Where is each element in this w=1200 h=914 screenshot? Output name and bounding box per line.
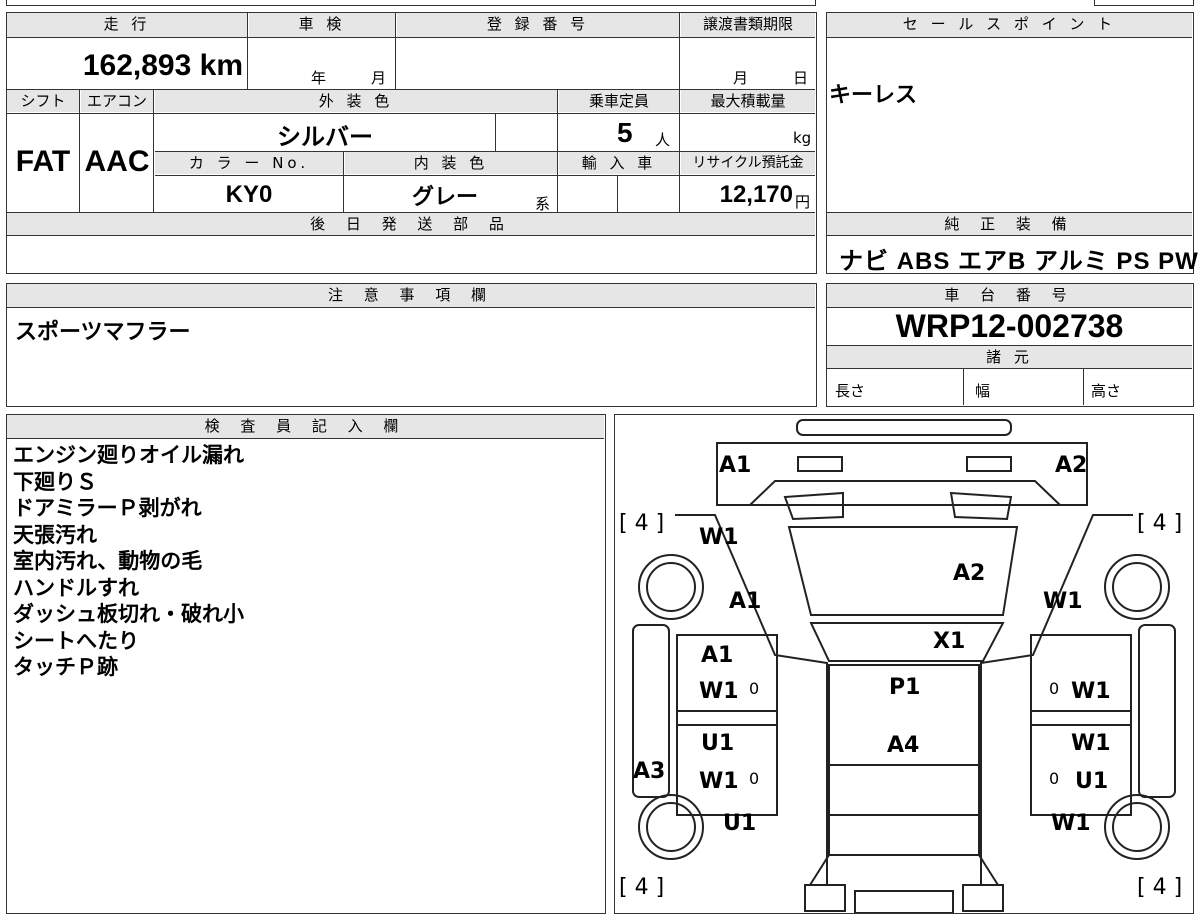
label-glass-fl: 0 [749,679,760,698]
chassis-header: 車 台 番 号 [827,284,1192,307]
later-parts-header: 後 日 発 送 部 品 [7,213,815,235]
label-rear-door-left-u: U1 [701,731,735,756]
recycle-header: リサイクル預託金 [681,152,815,174]
capacity-unit: 人 [655,131,671,149]
chassis-box: 車 台 番 号 WRP12-002738 諸 元 長さ 幅 高さ [826,283,1194,407]
shift-value: FAT [15,145,71,178]
recycle-value: 12,170 [719,181,793,208]
transfer-deadline-header: 譲渡書類期限 [681,13,815,37]
label-tread-fr: [ 4 ] [1137,511,1183,536]
label-fender-right: W1 [1043,589,1083,614]
length-label: 長さ [835,382,866,400]
color-no-header: カ ラ ー No. [155,152,343,174]
note-line: シートへたり [13,628,139,653]
transfer-month: 月 [733,69,749,87]
shift-header: シフト [7,90,79,112]
label-rear-fender-left: U1 [723,811,757,836]
caution-header: 注 意 事 項 欄 [7,284,815,307]
inspection-month: 月 [371,69,387,87]
sales-point-box: セ ー ル ス ポ イ ン ト キーレス 純 正 装 備 ナビ ABS エアB … [826,12,1198,275]
height-label: 高さ [1091,382,1122,400]
mileage-value: 162,893 km [82,49,243,82]
label-tread-fl: [ 4 ] [619,511,665,536]
aircon-header: エアコン [81,90,153,112]
genuine-equipment-header: 純 正 装 備 [827,213,1192,235]
label-glass-rr: 0 [1049,769,1060,788]
label-front-right-bumper: A2 [1055,453,1088,478]
note-line: タッチＰ跡 [13,655,118,679]
label-rear-door-right-u: U1 [1075,769,1109,794]
label-side-sill-left: A3 [633,759,666,784]
chassis-value: WRP12-002738 [895,308,1124,344]
label-tread-rl: [ 4 ] [619,875,665,900]
label-front-door-right-w: W1 [1071,679,1111,704]
top-stub-right [1094,0,1194,6]
note-line: 下廻りＳ [13,469,97,494]
max-load-header: 最大積載量 [681,90,815,112]
interior-color-header: 内 装 色 [345,152,557,174]
exterior-color-header: 外 装 色 [155,90,557,112]
note-line: 天張汚れ [13,522,97,547]
label-front-left-bumper: A1 [719,453,752,478]
label-rear-door-left-w: W1 [699,769,739,794]
label-fender-left-a: A1 [729,589,762,614]
label-glass-rl: 0 [749,769,760,788]
vehicle-info-table: 走 行 車 検 登 録 番 号 譲渡書類期限 162,893 km 年 月 月 … [6,12,817,274]
label-hood: A2 [953,561,986,586]
label-roof: P1 [889,675,921,700]
note-line: ハンドルすれ [13,575,139,600]
capacity-value: 5 [617,117,633,148]
label-windshield: X1 [933,629,966,654]
note-line: ドアミラーＰ剥がれ [13,496,202,520]
label-fender-left: W1 [699,525,739,550]
sales-point-header: セ ー ル ス ポ イ ン ト [827,13,1192,37]
interior-color-value: グレー [411,185,478,210]
capacity-header: 乗車定員 [559,90,679,112]
recycle-unit: 円 [795,193,811,211]
label-rear-roof: A4 [887,733,920,758]
top-stub-row [6,0,816,6]
label-rear-fender-right: W1 [1051,811,1091,836]
caution-value: スポーツマフラー [15,320,191,345]
caution-box: 注 意 事 項 欄 スポーツマフラー [6,283,817,407]
label-front-door-left-a: A1 [701,643,734,668]
specs-header: 諸 元 [827,346,1192,368]
label-glass-fr: 0 [1049,679,1060,698]
inspection-year: 年 [311,69,327,87]
inspector-header: 検 査 員 記 入 欄 [7,415,604,438]
car-diagram-box: A1 A2 [ 4 ] [ 4 ] W1 A1 W1 A2 X1 A1 W1 0… [614,414,1194,914]
exterior-color-value: シルバー [277,123,373,151]
note-line: ダッシュ板切れ・破れ小 [13,602,244,626]
genuine-equipment-value: ナビ ABS エアB アルミ PS PW [839,248,1199,275]
registration-header: 登 録 番 号 [397,13,679,37]
mileage-header: 走 行 [7,13,247,37]
max-load-unit: kg [793,129,812,147]
inspection-header: 車 検 [249,13,395,37]
import-header: 輸 入 車 [559,152,679,174]
inspector-box: 検 査 員 記 入 欄 エンジン廻りオイル漏れ 下廻りＳ ドアミラーＰ剥がれ 天… [6,414,606,914]
sales-point-value: キーレス [829,83,918,108]
interior-color-suffix: 系 [535,195,551,213]
width-label: 幅 [975,382,991,400]
aircon-value: AAC [84,145,150,178]
note-line: エンジン廻りオイル漏れ [13,443,244,467]
color-no-value: KY0 [225,181,273,208]
label-rear-door-right-w: W1 [1071,731,1111,756]
note-line: 室内汚れ、動物の毛 [13,549,203,573]
inspector-notes: エンジン廻りオイル漏れ 下廻りＳ ドアミラーＰ剥がれ 天張汚れ 室内汚れ、動物の… [13,442,244,681]
transfer-day: 日 [793,69,809,87]
label-tread-rr: [ 4 ] [1137,875,1183,900]
label-front-door-left-w: W1 [699,679,739,704]
